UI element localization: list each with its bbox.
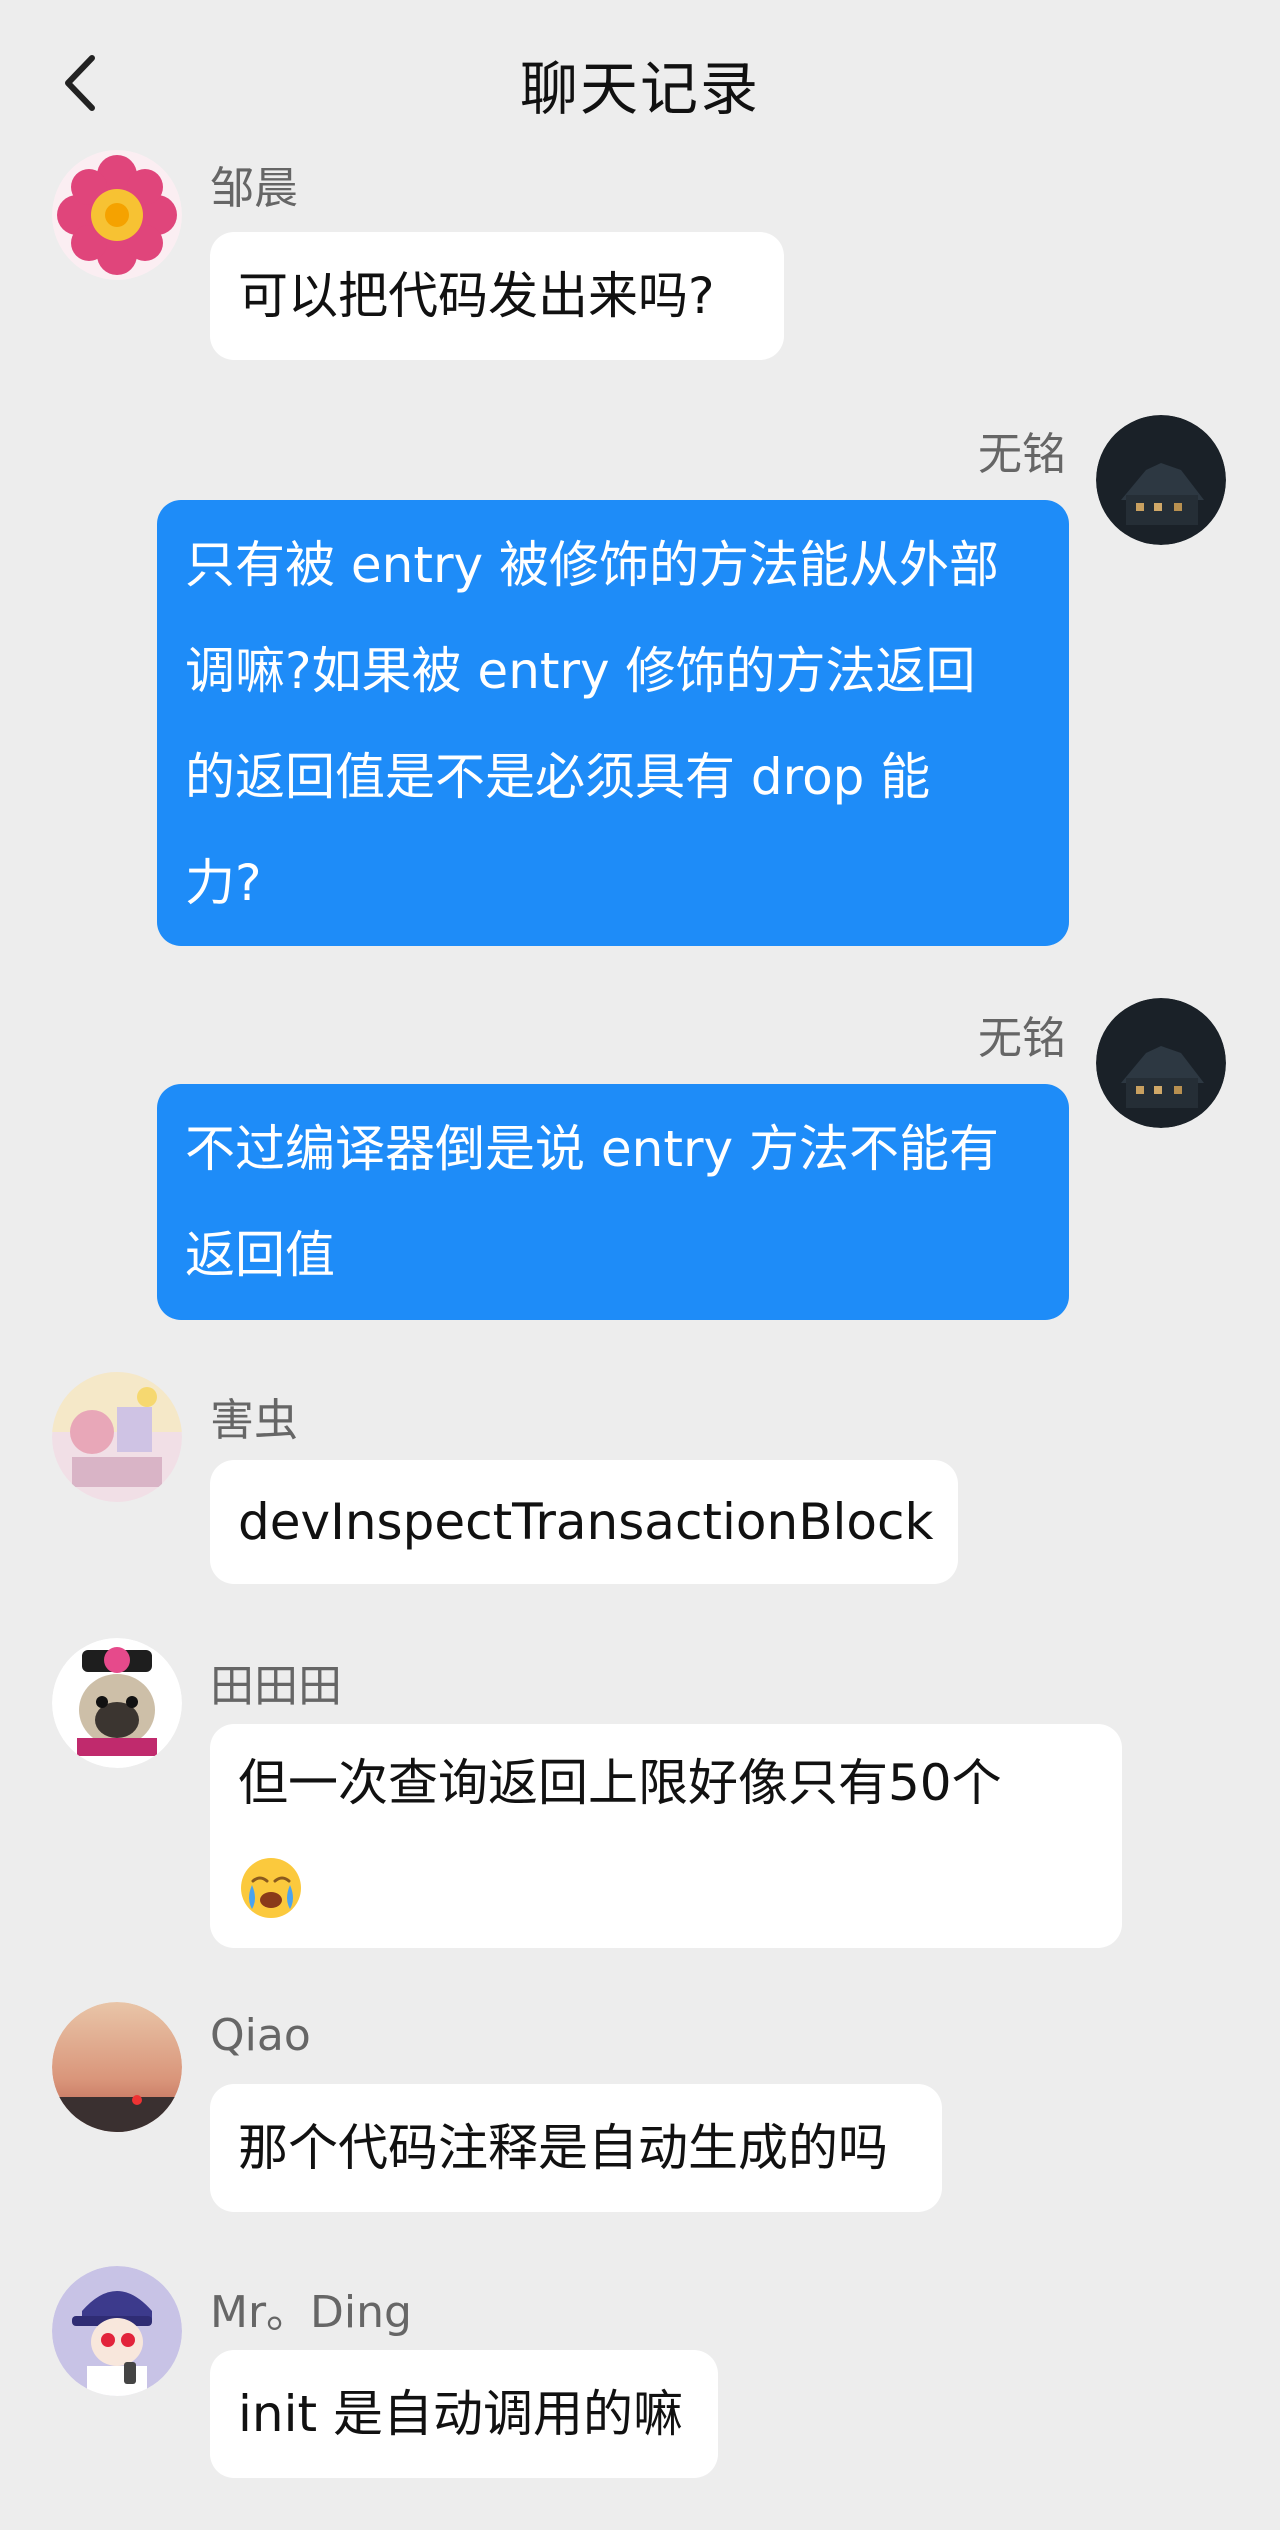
sender-name: 邹晨 [210, 163, 298, 214]
avatar[interactable] [52, 150, 182, 280]
avatar[interactable] [52, 1372, 182, 1502]
sender-name: 害虫 [210, 1395, 298, 1446]
avatar[interactable] [52, 2002, 182, 2132]
message-text: 不过编译器倒是说 entry 方法不能有 [185, 1120, 999, 1178]
message-text: 调嘛?如果被 entry 修饰的方法返回 [185, 642, 976, 700]
sender-name: Qiao [210, 2010, 311, 2061]
message-bubble[interactable]: 不过编译器倒是说 entry 方法不能有 返回值 [157, 1084, 1069, 1320]
message-text: 那个代码注释是自动生成的吗 [238, 2119, 888, 2177]
avatar[interactable] [1096, 415, 1226, 545]
avatar[interactable] [52, 1638, 182, 1768]
message-text: init 是自动调用的嘛 [238, 2385, 683, 2443]
message-bubble[interactable]: 只有被 entry 被修饰的方法能从外部 调嘛?如果被 entry 修饰的方法返… [157, 500, 1069, 946]
page-title: 聊天记录 [519, 55, 760, 123]
message-bubble[interactable]: devInspectTransactionBlock [210, 1460, 958, 1584]
message-text: 只有被 entry 被修饰的方法能从外部 [185, 536, 999, 594]
avatar[interactable] [52, 2266, 182, 2396]
header-bar: 聊天记录 [0, 0, 1280, 170]
message-text: 力? [185, 854, 262, 912]
chat-history-page: 聊天记录 邹晨 可以把代码发出来吗? 无铭 只有被 entry 被修饰的方法能从… [0, 0, 1280, 2530]
message-text: 返回值 [185, 1226, 335, 1284]
message-text: 但一次查询返回上限好像只有50个 [238, 1754, 1002, 1812]
sender-name: Mr。Ding [210, 2287, 412, 2338]
sender-name: 无铭 [978, 429, 1066, 480]
message-bubble[interactable]: init 是自动调用的嘛 [210, 2350, 718, 2478]
message-bubble[interactable]: 但一次查询返回上限好像只有50个 [210, 1724, 1122, 1948]
message-bubble[interactable]: 可以把代码发出来吗? [210, 232, 784, 360]
sender-name: 田田田 [210, 1661, 342, 1712]
message-text: devInspectTransactionBlock [238, 1493, 934, 1551]
avatar[interactable] [1096, 998, 1226, 1128]
message-text: 可以把代码发出来吗? [238, 267, 715, 325]
message-text: 的返回值是不是必须具有 drop 能 [185, 748, 931, 806]
sender-name: 无铭 [978, 1013, 1066, 1064]
message-bubble[interactable]: 那个代码注释是自动生成的吗 [210, 2084, 942, 2212]
crying-face-icon [241, 1857, 301, 1918]
